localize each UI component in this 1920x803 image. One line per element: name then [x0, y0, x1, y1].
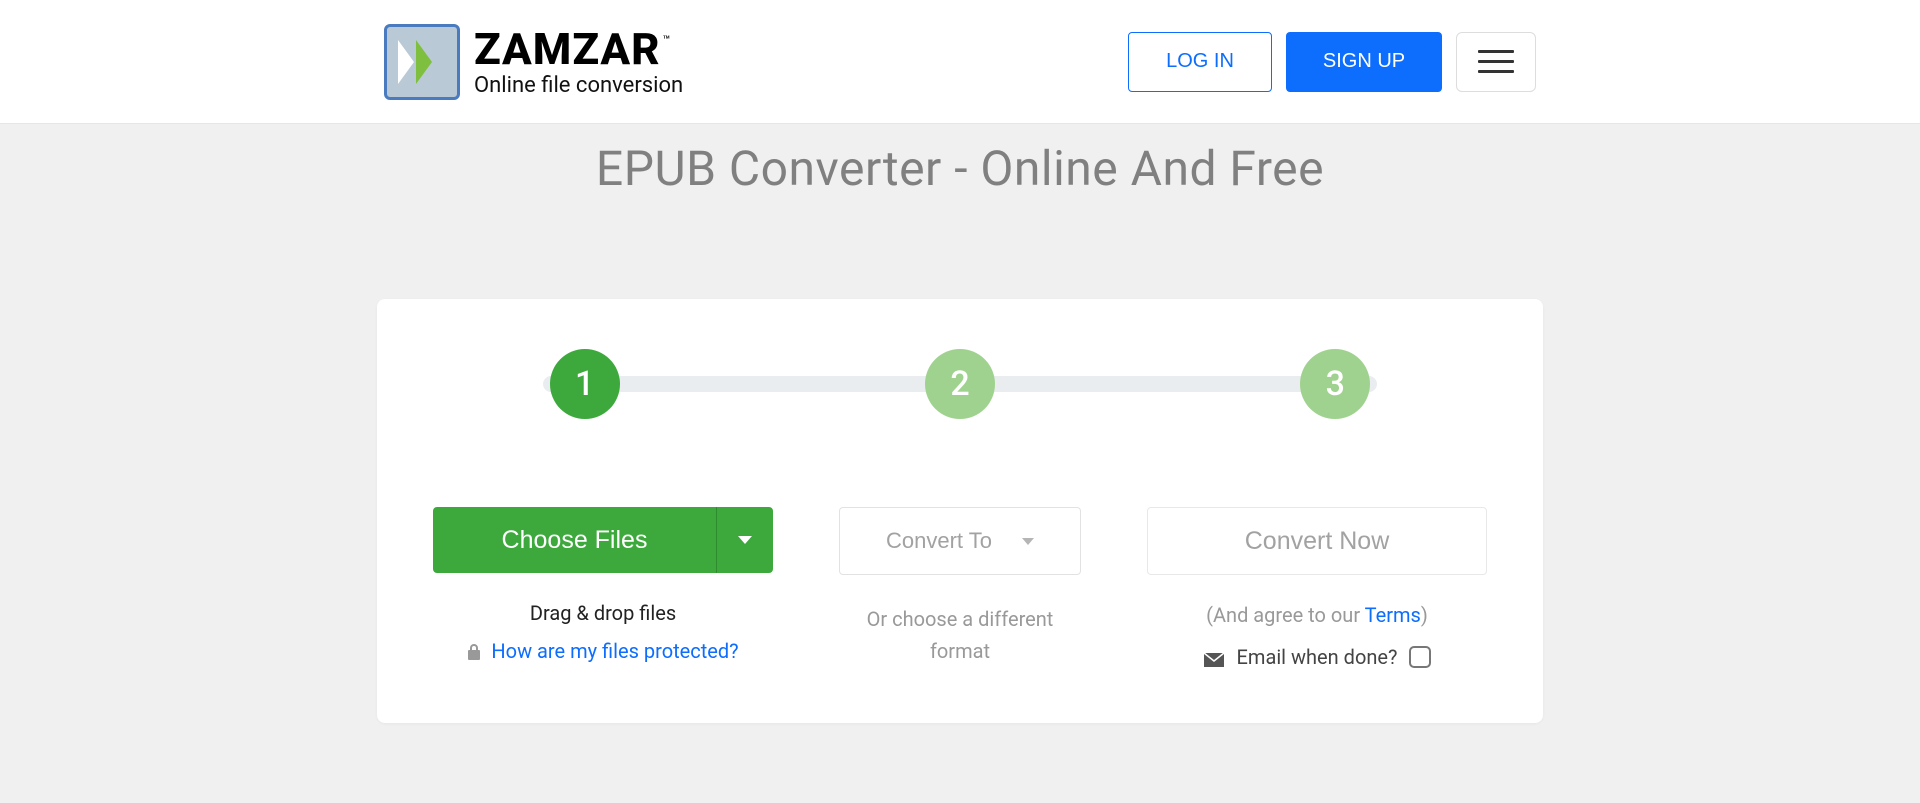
logo-mark-icon	[384, 24, 460, 100]
choose-files-button[interactable]: Choose Files	[433, 507, 717, 573]
files-protected-link[interactable]: How are my files protected?	[491, 639, 738, 663]
email-when-done-checkbox[interactable]	[1409, 646, 1431, 668]
brand-name: ZAMZAR	[474, 23, 661, 75]
step-1-badge: 1	[550, 349, 620, 419]
choose-files-split-button: Choose Files	[433, 507, 773, 573]
convert-to-select[interactable]: Convert To	[839, 507, 1081, 575]
trademark-symbol: ™	[663, 33, 671, 47]
steps-progress: 1 2 3	[543, 349, 1377, 419]
mail-icon	[1203, 649, 1225, 665]
chevron-down-icon	[738, 536, 752, 544]
hamburger-icon	[1478, 50, 1514, 53]
terms-link[interactable]: Terms	[1365, 603, 1421, 627]
drag-drop-hint: Drag & drop files	[530, 601, 676, 625]
lock-icon	[467, 642, 481, 660]
convert-to-label: Convert To	[886, 528, 992, 554]
convert-now-button[interactable]: Convert Now	[1147, 507, 1487, 575]
chevron-down-icon	[1022, 538, 1034, 545]
converter-card: 1 2 3 Choose Files Drag & drop files H	[377, 299, 1543, 723]
login-button[interactable]: LOG IN	[1128, 32, 1272, 92]
step-3-badge: 3	[1300, 349, 1370, 419]
site-header: ZAMZAR™ Online file conversion LOG IN SI…	[0, 0, 1920, 124]
alt-format-hint: Or choose a different format	[840, 603, 1080, 667]
signup-button[interactable]: SIGN UP	[1286, 32, 1442, 92]
choose-files-dropdown-button[interactable]	[717, 507, 773, 573]
menu-toggle-button[interactable]	[1456, 32, 1536, 92]
page-title: EPUB Converter - Online And Free	[0, 140, 1920, 197]
brand-tagline: Online file conversion	[474, 75, 683, 97]
logo[interactable]: ZAMZAR™ Online file conversion	[384, 24, 683, 100]
agree-terms-line: (And agree to our Terms)	[1206, 603, 1428, 627]
email-when-done-label: Email when done?	[1237, 645, 1398, 669]
step-2-badge: 2	[925, 349, 995, 419]
